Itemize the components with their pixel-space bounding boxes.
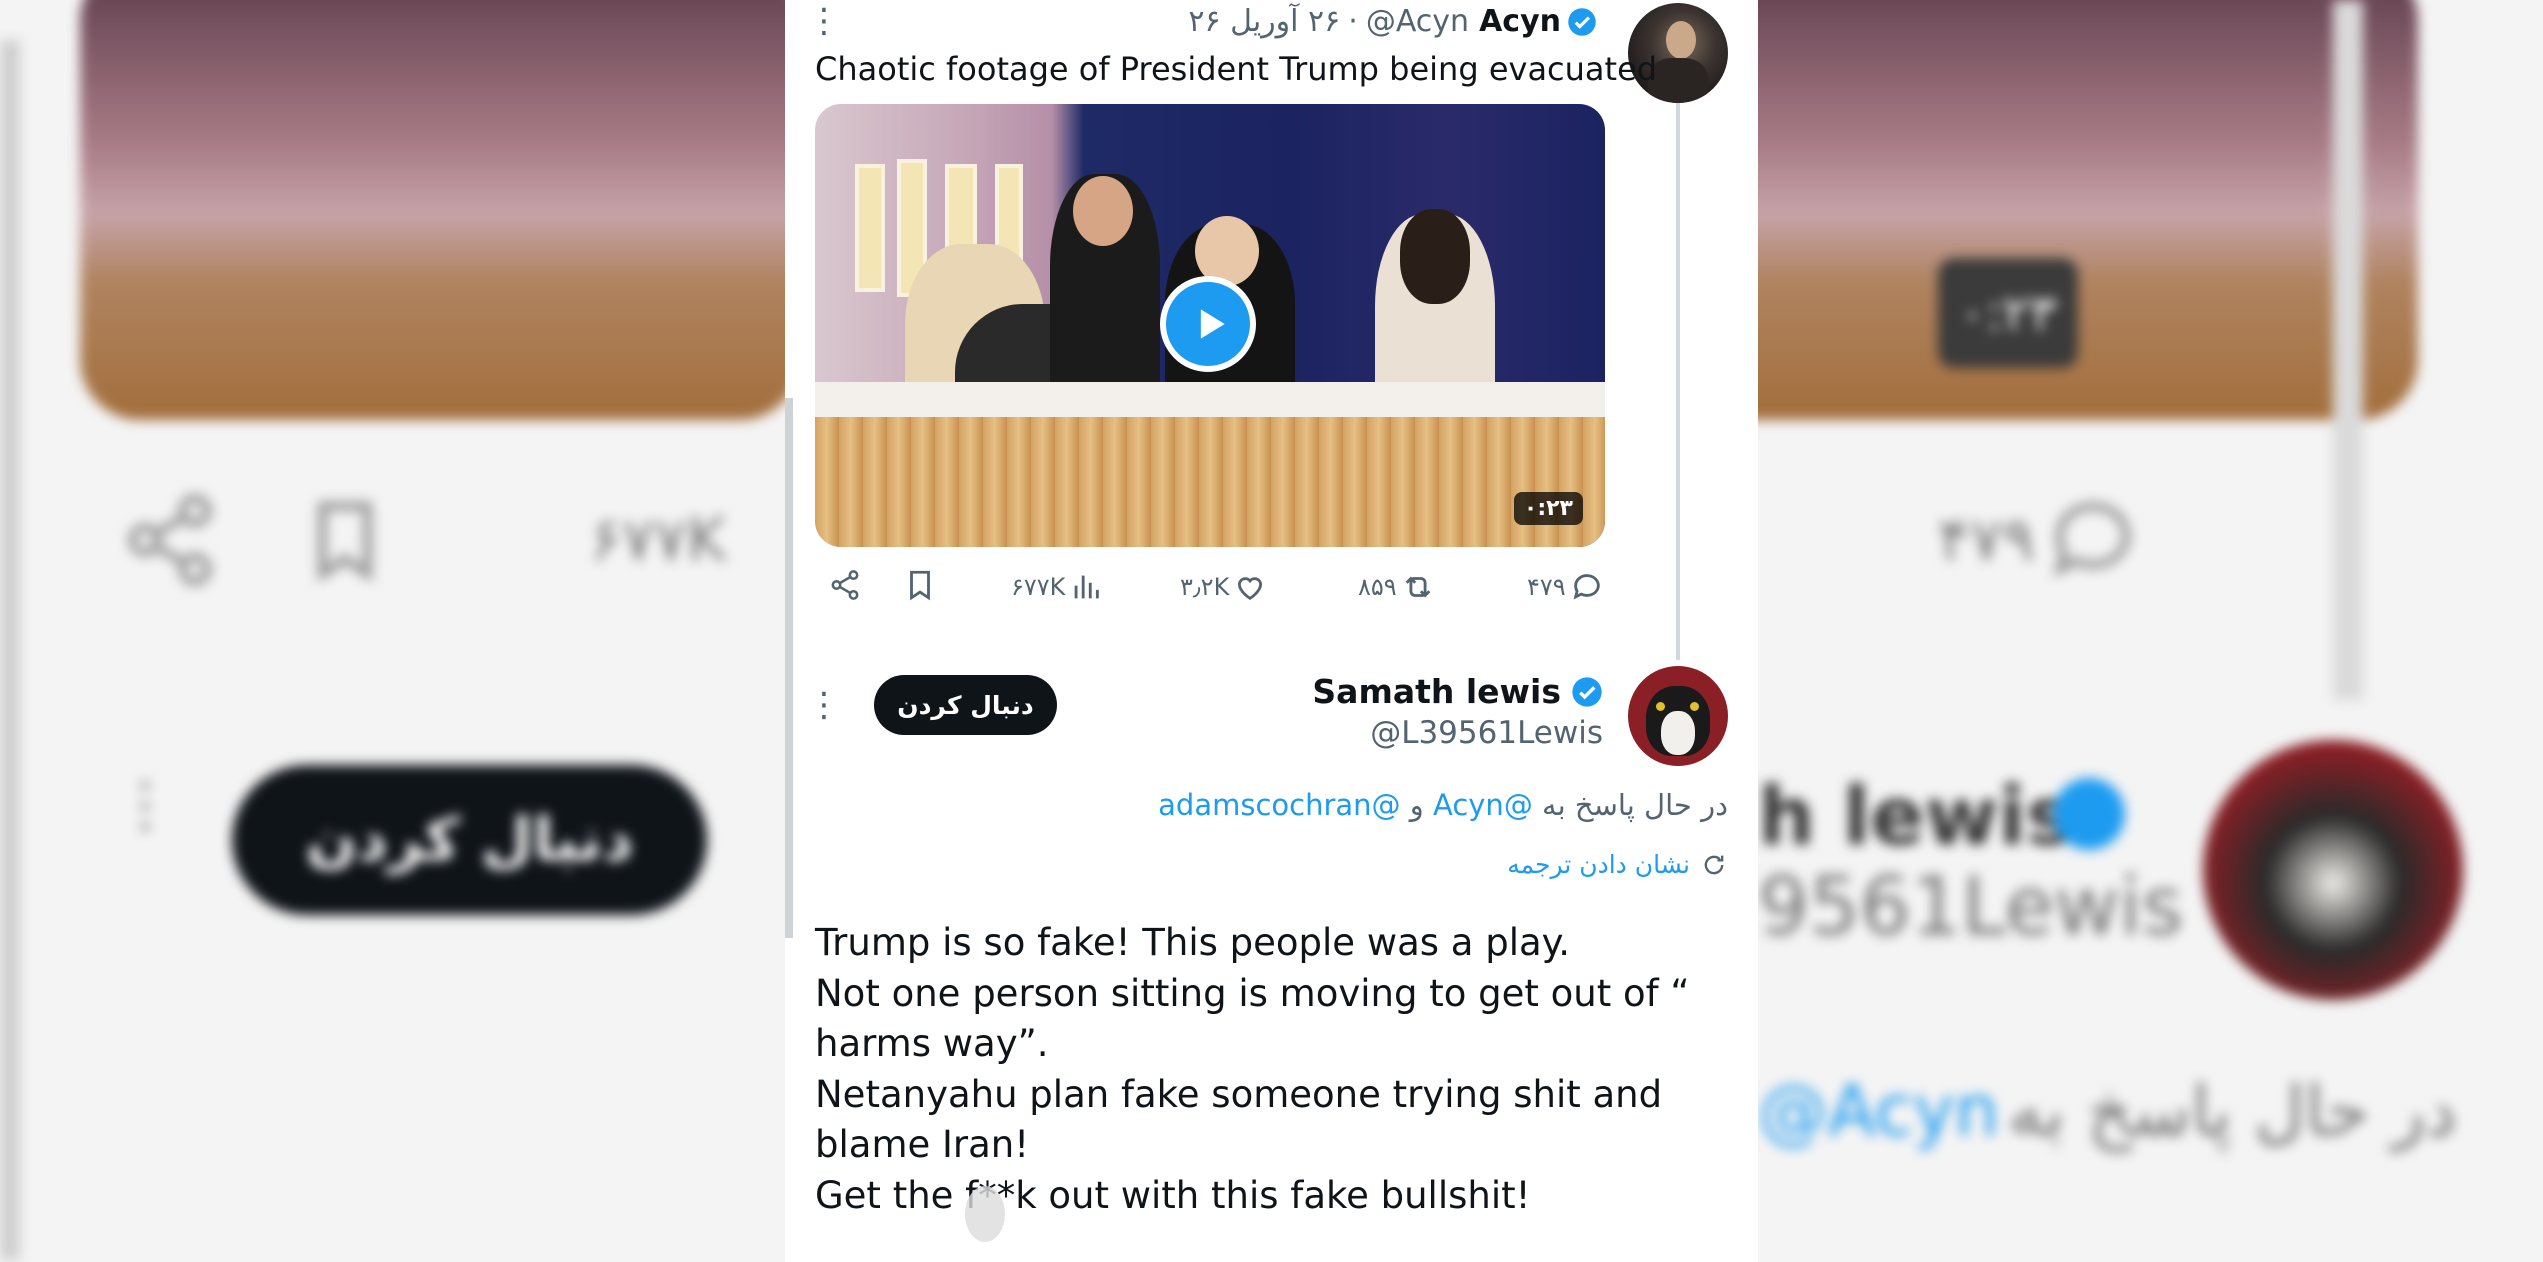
tweet-date: ۲۶ آوریل ۲۶ bbox=[1188, 4, 1341, 39]
views-icon bbox=[1075, 575, 1100, 599]
bookmark-button[interactable] bbox=[903, 568, 937, 602]
mention-link[interactable]: @Acyn bbox=[1433, 788, 1533, 822]
background-video-thumbnail bbox=[80, 0, 785, 420]
more-options-icon[interactable]: ⋮ bbox=[807, 688, 841, 722]
more-options-icon[interactable]: ⋮ bbox=[807, 4, 841, 38]
background-name-fragment: h lewis bbox=[1758, 770, 2074, 863]
body-line: Not one person sitting is moving to get … bbox=[815, 971, 1690, 1015]
views-button[interactable]: ۶۷۷K bbox=[1011, 570, 1103, 604]
reply-body-text: Trump is so fake! This people was a play… bbox=[815, 918, 1690, 1221]
body-line: Trump is so fake! This people was a play… bbox=[815, 921, 1571, 964]
thread-connector-line bbox=[1676, 100, 1680, 660]
video-duration: ۰:۲۳ bbox=[1513, 492, 1583, 525]
background-duration: ۰:۲۳ bbox=[1938, 258, 2078, 368]
author-name[interactable]: Samath lewis bbox=[1312, 672, 1561, 711]
background-follow-button: دنبال کردن bbox=[232, 765, 707, 915]
conjunction: و bbox=[1409, 788, 1424, 822]
show-translation-label: نشان دادن ترجمه bbox=[1507, 850, 1690, 879]
follow-button[interactable]: دنبال کردن bbox=[874, 675, 1057, 735]
separator: · bbox=[1348, 4, 1358, 39]
tweet-action-bar: ۶۷۷K ۳٫۲K ۸۵۹ ۴۷۹ bbox=[815, 568, 1605, 618]
reply-icon bbox=[2053, 502, 2131, 577]
background-left-blur: ۶۷۷K دنبال کردن ⋮ bbox=[0, 0, 785, 1262]
body-line: Get the f**k out with this fake bullshit… bbox=[815, 1173, 1531, 1217]
avatar-samath[interactable] bbox=[1628, 666, 1728, 766]
reply-icon bbox=[1573, 574, 1600, 600]
views-count: ۶۷۷K bbox=[1011, 573, 1066, 601]
background-reply-prefix: در حال پاسخ به bbox=[2008, 1070, 2457, 1152]
body-line: Netanyahu plan fake someone trying shit … bbox=[815, 1072, 1663, 1116]
body-line: harms way”. bbox=[815, 1022, 1049, 1065]
heart-icon bbox=[1238, 577, 1263, 600]
background-right-blur: ۰:۲۳ ۴۷۹ h lewis 9561Lewis @Acyn در حال … bbox=[1758, 0, 2543, 1262]
author-handle[interactable]: @Acyn bbox=[1366, 4, 1469, 39]
bookmark-icon bbox=[910, 570, 930, 601]
share-icon bbox=[831, 570, 859, 600]
background-handle-fragment: 9561Lewis bbox=[1758, 860, 2184, 953]
replies-count: ۴۷۹ bbox=[1527, 573, 1566, 601]
share-icon bbox=[128, 494, 212, 586]
background-views-count: ۶۷۷K bbox=[590, 505, 727, 575]
share-button[interactable] bbox=[828, 568, 862, 602]
retweets-count: ۸۵۹ bbox=[1358, 573, 1397, 601]
author-name-row: Samath lewis bbox=[1312, 672, 1603, 711]
retweet-button[interactable]: ۸۵۹ bbox=[1358, 570, 1435, 604]
video-thumbnail[interactable]: ۰:۲۳ bbox=[815, 104, 1605, 547]
translate-icon bbox=[1704, 855, 1724, 874]
mention-link[interactable]: @adamscochran bbox=[1158, 788, 1400, 822]
background-mention: @Acyn bbox=[1758, 1070, 1999, 1152]
likes-count: ۳٫۲K bbox=[1180, 573, 1230, 601]
touch-indicator bbox=[965, 1186, 1005, 1242]
verified-badge-icon bbox=[1568, 7, 1596, 36]
tweet-header: ۲۶ آوریل ۲۶ · @Acyn Acyn bbox=[1188, 4, 1603, 39]
background-avatar bbox=[2203, 740, 2463, 1000]
background-video-thumbnail-right bbox=[1758, 0, 2418, 420]
background-replies-count: ۴۷۹ bbox=[1938, 505, 2035, 575]
background-verified-icon bbox=[2053, 778, 2125, 850]
replying-to: در حال پاسخ به @Acyn و @adamscochran bbox=[1158, 788, 1728, 822]
play-button[interactable] bbox=[1160, 276, 1256, 372]
show-translation-link[interactable]: نشان دادن ترجمه bbox=[1507, 850, 1728, 879]
verified-badge-icon bbox=[1572, 676, 1602, 707]
author-handle[interactable]: @L39561Lewis bbox=[1370, 715, 1603, 751]
replying-to-prefix: در حال پاسخ به bbox=[1542, 788, 1728, 822]
retweet-icon bbox=[1405, 576, 1431, 598]
author-name[interactable]: Acyn bbox=[1479, 4, 1561, 39]
body-line: blame Iran! bbox=[815, 1123, 1030, 1166]
tweet-text: Chaotic footage of President Trump being… bbox=[815, 50, 1658, 88]
scrollbar[interactable] bbox=[785, 398, 793, 938]
like-button[interactable]: ۳٫۲K bbox=[1180, 570, 1267, 604]
bookmark-icon bbox=[318, 501, 372, 583]
tweet-thread-column[interactable]: ⋮ ۲۶ آوریل ۲۶ · @Acyn Acyn Chaotic foota… bbox=[785, 0, 1758, 1262]
reply-button[interactable]: ۴۷۹ bbox=[1527, 570, 1604, 604]
